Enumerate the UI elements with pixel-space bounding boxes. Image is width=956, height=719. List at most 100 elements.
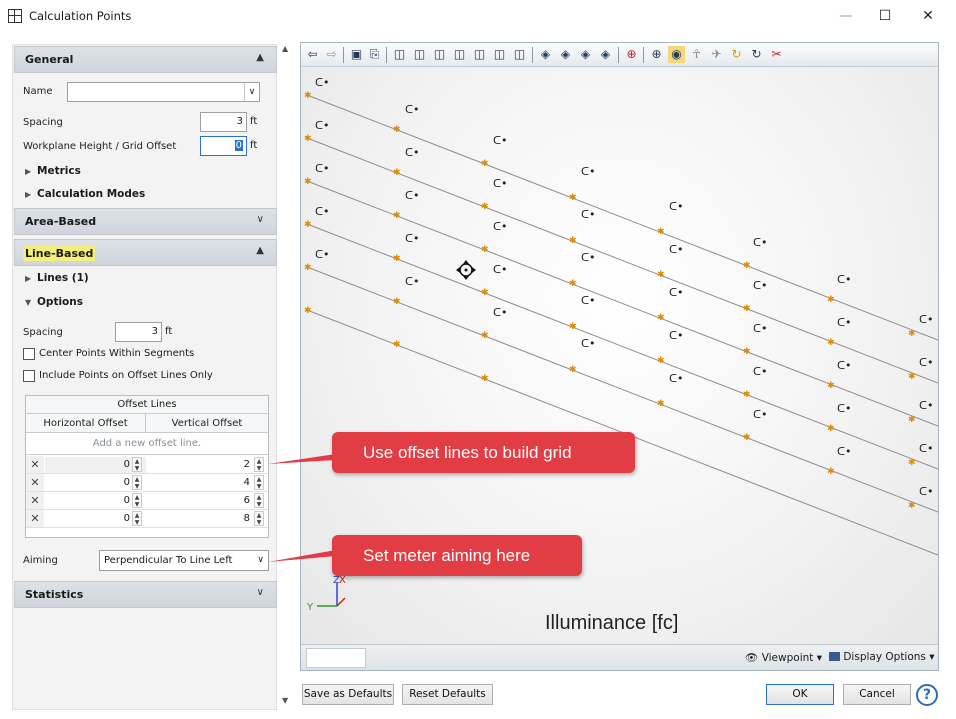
vertical-offset-cell[interactable]: 4: [148, 475, 268, 491]
orbit-icon[interactable]: ◈: [537, 46, 554, 63]
vertical-offset-cell[interactable]: 2: [148, 457, 268, 473]
offset-only-checkbox[interactable]: [23, 370, 35, 382]
svg-text:✱: ✱: [569, 322, 577, 332]
svg-text:ᑕ•: ᑕ•: [753, 365, 768, 378]
cancel-button[interactable]: Cancel: [843, 684, 911, 705]
svg-text:✱: ✱: [827, 467, 835, 477]
horizontal-offset-cell[interactable]: 0: [45, 511, 146, 527]
horizontal-offset-cell[interactable]: 0: [45, 493, 146, 509]
tree-item-metrics[interactable]: ▶ Metrics: [25, 165, 81, 177]
offset-lines-table: Offset Lines Horizontal Offset Vertical …: [25, 395, 269, 538]
svg-text:✱: ✱: [481, 374, 489, 384]
scroll-down-icon[interactable]: ▼: [282, 696, 288, 705]
horizontal-offset-cell[interactable]: 0: [45, 457, 146, 473]
svg-text:✱: ✱: [569, 236, 577, 246]
help-icon[interactable]: ?: [916, 684, 938, 706]
panel-scrollbar[interactable]: ▲ ▼: [280, 44, 294, 710]
workplane-value: 0: [234, 140, 243, 151]
line-spacing-field[interactable]: 3: [115, 322, 162, 342]
workplane-field[interactable]: 0: [200, 136, 247, 156]
chevron-right-icon: ▶: [25, 167, 32, 176]
ok-button[interactable]: OK: [766, 684, 834, 705]
maximize-button[interactable]: ☐: [863, 4, 907, 28]
zoom-icon[interactable]: ⊕: [623, 46, 640, 63]
spin-icon[interactable]: ◈: [597, 46, 614, 63]
svg-text:ᑕ•: ᑕ•: [581, 165, 596, 178]
stepper-icon[interactable]: ▲ ▼: [132, 457, 142, 472]
spacing-label: Spacing: [23, 117, 63, 128]
chevron-down-icon: ∨: [256, 587, 264, 598]
svg-text:ᑕ•: ᑕ•: [493, 306, 508, 319]
scroll-up-icon[interactable]: ▲: [282, 44, 288, 53]
tree-item-lines[interactable]: ▶ Lines (1): [25, 272, 89, 284]
center-points-checkbox[interactable]: [23, 348, 35, 360]
reset-defaults-button[interactable]: Reset Defaults: [402, 684, 493, 705]
view-back-icon[interactable]: ◫: [411, 46, 428, 63]
zoom-window-icon[interactable]: ⊕: [648, 46, 665, 63]
view-iso-icon[interactable]: ◫: [491, 46, 508, 63]
delete-icon[interactable]: ✕: [26, 456, 44, 473]
close-button[interactable]: ✕: [906, 4, 950, 28]
save-defaults-button[interactable]: Save as Defaults: [302, 684, 394, 705]
column-header-horizontal: Horizontal Offset: [26, 414, 146, 433]
section-area-based[interactable]: Area-Based ∨: [14, 208, 277, 235]
stepper-icon[interactable]: ▲ ▼: [132, 475, 142, 490]
copy-icon[interactable]: ⎘: [366, 46, 383, 63]
horizontal-offset-cell[interactable]: 0: [45, 475, 146, 491]
view-front-icon[interactable]: ◫: [391, 46, 408, 63]
section-statistics[interactable]: Statistics ∨: [14, 581, 277, 608]
svg-text:✱: ✱: [657, 356, 665, 366]
delete-icon[interactable]: ✕: [26, 510, 44, 527]
svg-text:ᑕ•: ᑕ•: [919, 399, 934, 412]
table-row: ✕ 0 ▲ ▼ 2 ▲ ▼: [26, 456, 268, 474]
table-row: ✕ 0 ▲ ▼ 8 ▲ ▼: [26, 510, 268, 528]
rotate-icon[interactable]: ◈: [577, 46, 594, 63]
svg-text:✱: ✱: [827, 338, 835, 348]
tree-item-calc-modes[interactable]: ▶ Calculation Modes: [25, 188, 145, 200]
svg-text:✱: ✱: [304, 220, 312, 230]
vertical-offset-cell[interactable]: 6: [148, 493, 268, 509]
display-options-menu[interactable]: Display Options ▾: [829, 651, 935, 663]
refresh-icon[interactable]: ↻: [748, 46, 765, 63]
delete-icon[interactable]: ✕: [26, 492, 44, 509]
section-general[interactable]: General ▲: [14, 46, 277, 73]
add-offset-line-row[interactable]: Add a new offset line.: [26, 433, 268, 455]
scissors-icon[interactable]: ✂: [768, 46, 785, 63]
view-left-icon[interactable]: ◫: [431, 46, 448, 63]
tree-item-options[interactable]: ▼ Options: [25, 296, 83, 308]
aiming-select[interactable]: Perpendicular To Line Left ∨: [99, 550, 269, 571]
save-icon[interactable]: ▣: [348, 46, 365, 63]
spacing-field[interactable]: 3: [200, 112, 247, 132]
stepper-icon[interactable]: ▲ ▼: [132, 493, 142, 508]
globe-icon[interactable]: ◉: [668, 46, 685, 63]
forward-arrow-icon[interactable]: ⇨: [323, 46, 340, 63]
svg-text:✱: ✱: [908, 372, 916, 382]
svg-text:ᑕ•: ᑕ•: [315, 76, 330, 89]
svg-text:ᑕ•: ᑕ•: [753, 322, 768, 335]
walk-icon[interactable]: ☥: [688, 46, 705, 63]
chevron-down-icon[interactable]: ∨: [244, 83, 259, 101]
view-top-icon[interactable]: ◫: [471, 46, 488, 63]
vertical-offset-cell[interactable]: 8: [148, 511, 268, 527]
back-arrow-icon[interactable]: ⇦: [304, 46, 321, 63]
view-right-icon[interactable]: ◫: [451, 46, 468, 63]
name-field[interactable]: ∨: [67, 82, 260, 102]
stepper-icon[interactable]: ▲ ▼: [132, 511, 142, 526]
fly-icon[interactable]: ✈: [708, 46, 725, 63]
pan-icon[interactable]: ◈: [557, 46, 574, 63]
delete-icon[interactable]: ✕: [26, 474, 44, 491]
offset-only-label: Include Points on Offset Lines Only: [39, 370, 213, 381]
line-spacing-value: 3: [151, 326, 158, 337]
properties-panel: General ▲ Name ∨ Spacing 3 ft Workplane …: [12, 44, 277, 710]
section-line-based[interactable]: Line-Based ▲: [14, 239, 277, 266]
options-label: Options: [37, 296, 83, 308]
workplane-label: Workplane Height / Grid Offset: [23, 141, 177, 152]
view-bottom-icon[interactable]: ◫: [511, 46, 528, 63]
viewpoint-menu[interactable]: 👁 Viewpoint ▾: [745, 651, 822, 664]
svg-text:✱: ✱: [743, 433, 751, 443]
minimize-button[interactable]: —: [824, 4, 868, 28]
svg-text:ᑕ•: ᑕ•: [837, 359, 852, 372]
lasso-icon[interactable]: ↻: [728, 46, 745, 63]
spacing-unit: ft: [250, 116, 258, 127]
svg-text:ᑕ•: ᑕ•: [315, 205, 330, 218]
